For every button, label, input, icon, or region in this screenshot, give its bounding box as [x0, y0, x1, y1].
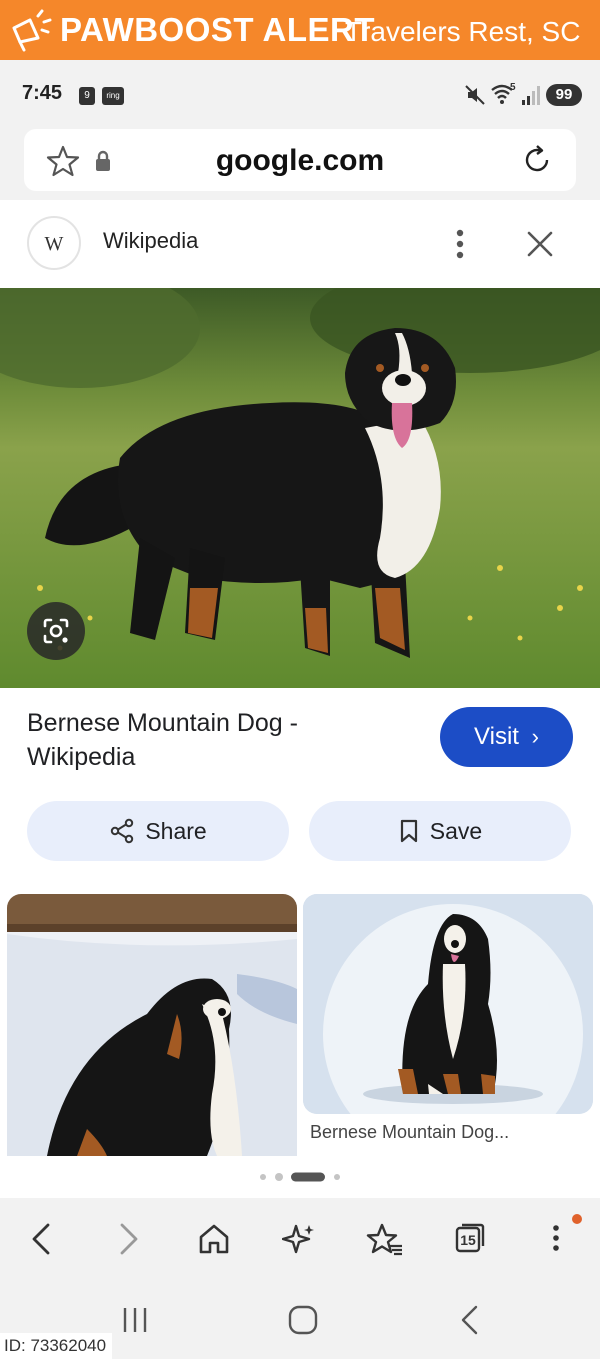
forward-arrow-icon[interactable] [116, 1222, 142, 1256]
related-image-2[interactable] [303, 894, 593, 1114]
ai-sparkle-icon[interactable] [282, 1222, 316, 1256]
status-time: 7:45 [22, 82, 63, 104]
more-options-icon[interactable] [450, 228, 470, 260]
result-image[interactable] [0, 288, 600, 688]
related-image-1[interactable] [7, 894, 297, 1156]
close-icon[interactable] [526, 230, 554, 258]
dog-in-snow-photo [7, 894, 297, 1156]
share-icon [111, 818, 134, 844]
menu-dots-icon[interactable] [548, 1220, 564, 1256]
lens-icon [43, 618, 69, 644]
signal-icon [522, 86, 540, 105]
save-label: Save [429, 818, 483, 844]
calendar-badge-icon: 9 [79, 87, 95, 105]
result-title[interactable]: Bernese Mountain Dog - Wikipedia [27, 706, 407, 774]
save-button[interactable]: Save [309, 801, 571, 861]
visit-label: Visit [474, 723, 519, 750]
bookmark-icon [400, 819, 417, 843]
share-button[interactable]: Share [27, 801, 289, 861]
visit-button[interactable]: Visit › [440, 707, 573, 767]
network-type: 5 [510, 82, 516, 93]
browser-toolbar: 15 [0, 1198, 600, 1282]
status-bar: 7:45 9 ring 5 99 [0, 60, 600, 126]
tab-count: 15 [460, 1232, 476, 1248]
wikipedia-logo: W [27, 216, 81, 270]
url-text[interactable]: google.com [24, 129, 576, 193]
back-arrow-icon[interactable] [28, 1222, 54, 1256]
share-label: Share [145, 818, 207, 844]
tabs-button[interactable]: 15 [454, 1222, 486, 1254]
mute-icon [465, 85, 485, 105]
home-icon[interactable] [197, 1222, 231, 1256]
reload-icon[interactable] [520, 143, 554, 177]
favorites-icon[interactable] [366, 1222, 404, 1256]
home-button-icon[interactable] [287, 1304, 319, 1336]
bernese-dog-photo [0, 288, 600, 688]
post-id-label: ID: 73362040 [0, 1333, 113, 1359]
carousel-pagination [260, 1172, 340, 1182]
pawboost-alert-banner: PAWBOOST ALERT Travelers Rest, SC [0, 0, 600, 60]
system-back-icon[interactable] [458, 1304, 482, 1336]
alert-brand: PAWBOOST ALERT [60, 11, 375, 48]
alert-location: Travelers Rest, SC [345, 16, 581, 47]
source-header: W Wikipedia [0, 200, 600, 288]
battery-indicator: 99 [546, 84, 582, 106]
source-name: Wikipedia [103, 228, 199, 253]
address-bar[interactable]: google.com [24, 129, 576, 191]
megaphone-icon [12, 9, 52, 52]
ring-app-icon: ring [102, 87, 124, 105]
related-image-2-caption[interactable]: Bernese Mountain Dog... [310, 1122, 509, 1143]
notification-dot-icon [572, 1214, 582, 1224]
google-lens-button[interactable] [27, 602, 85, 660]
chevron-right-icon: › [531, 724, 539, 749]
recent-apps-icon[interactable] [120, 1306, 150, 1334]
dog-sitting-photo [303, 894, 593, 1114]
